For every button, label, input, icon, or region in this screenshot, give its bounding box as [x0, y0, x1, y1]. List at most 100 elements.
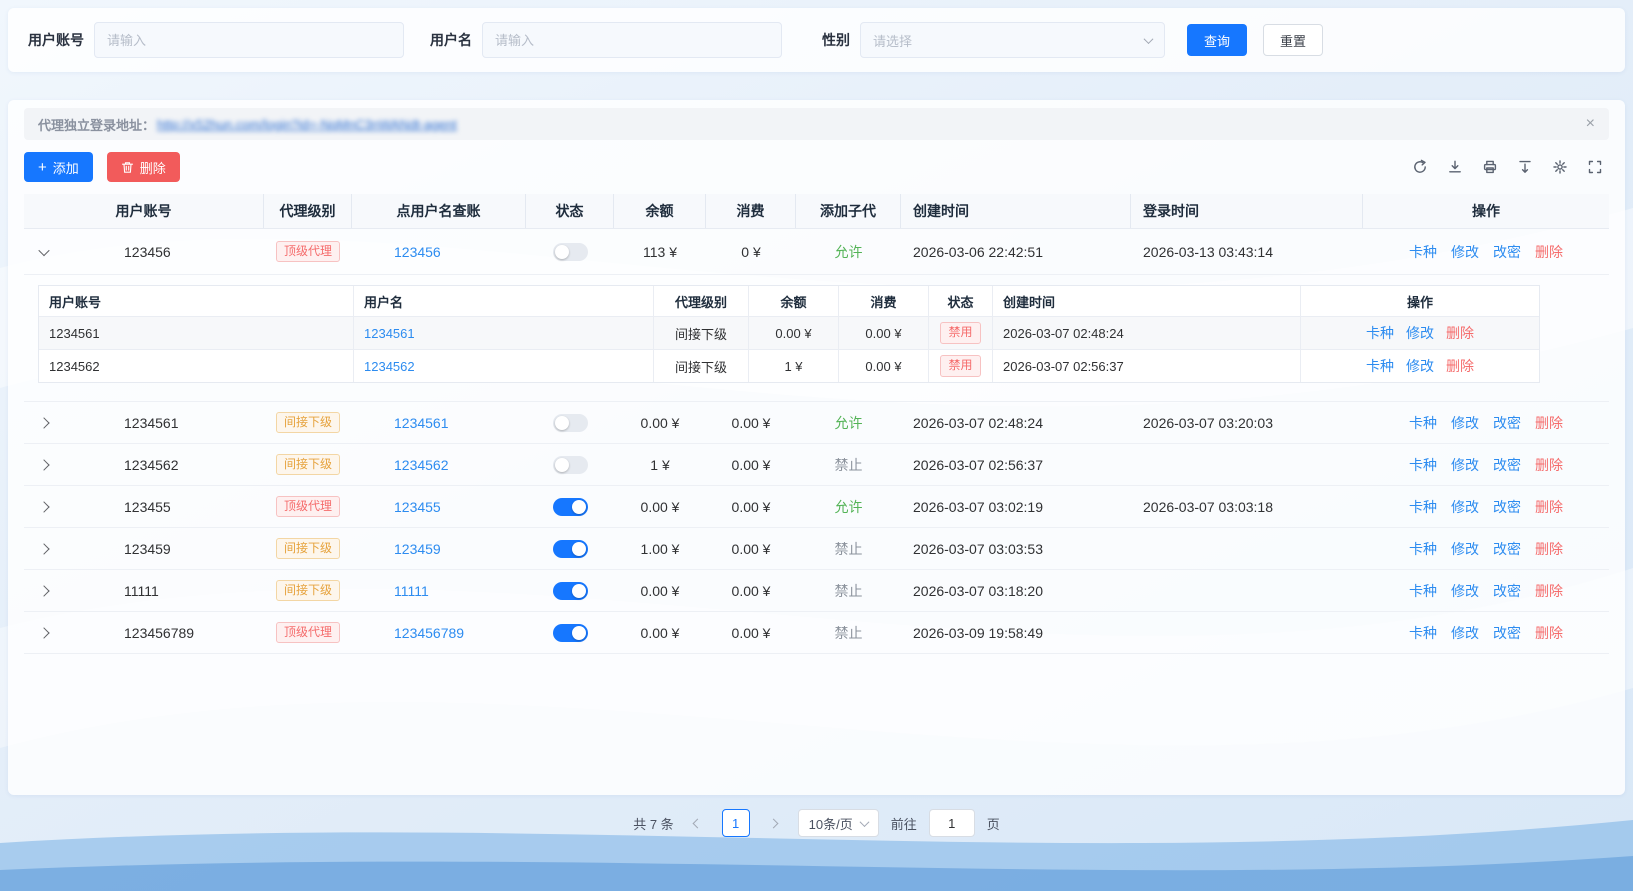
expand-chevron-icon[interactable]: [38, 416, 50, 429]
cell-consume: 0.00 ¥: [731, 498, 771, 515]
cell-consume: 0.00 ¥: [731, 582, 771, 599]
action-modify-link[interactable]: 修改: [1451, 623, 1479, 643]
action-modify-link[interactable]: 修改: [1451, 497, 1479, 517]
username-input[interactable]: [482, 22, 782, 58]
sub-username-link[interactable]: 1234561: [364, 326, 415, 341]
reset-button[interactable]: 重置: [1263, 24, 1324, 56]
header-consume: 消费: [706, 194, 796, 228]
cell-consume: 0 ¥: [741, 243, 761, 260]
expand-chevron-icon[interactable]: [38, 626, 50, 639]
username-label: 用户名: [430, 32, 472, 48]
action-cardtype-link[interactable]: 卡种: [1409, 242, 1437, 262]
action-password-link[interactable]: 改密: [1493, 539, 1521, 559]
expand-chevron-icon[interactable]: [38, 542, 50, 555]
action-password-link[interactable]: 改密: [1493, 413, 1521, 433]
username-link[interactable]: 123456789: [394, 625, 464, 641]
page-number-button[interactable]: 1: [721, 809, 750, 837]
action-modify-link[interactable]: 修改: [1451, 581, 1479, 601]
delete-button-label: 删除: [139, 160, 166, 176]
action-cardtype-link[interactable]: 卡种: [1409, 581, 1437, 601]
action-password-link[interactable]: 改密: [1493, 242, 1521, 262]
action-delete-link[interactable]: 删除: [1535, 242, 1563, 262]
agent-login-url-link[interactable]: http://x52hun.com/login?id=-NqMnC3nWANdt…: [157, 117, 457, 132]
action-cardtype-link[interactable]: 卡种: [1409, 497, 1437, 517]
username-link[interactable]: 123459: [394, 541, 441, 557]
add-sub-status: 允许: [834, 414, 863, 431]
goto-label: 前往: [890, 816, 917, 832]
action-modify-link[interactable]: 修改: [1451, 413, 1479, 433]
toggle-knob: [554, 457, 569, 472]
fullscreen-icon[interactable]: [1587, 159, 1603, 175]
status-toggle[interactable]: [552, 413, 588, 432]
toggle-knob: [571, 499, 586, 514]
action-password-link[interactable]: 改密: [1493, 455, 1521, 475]
action-delete-link[interactable]: 删除: [1535, 413, 1563, 433]
action-cardtype-link[interactable]: 卡种: [1409, 413, 1437, 433]
cell-created: 2026-03-07 03:02:19: [913, 498, 1043, 515]
status-toggle[interactable]: [552, 497, 588, 516]
action-cardtype-link[interactable]: 卡种: [1409, 623, 1437, 643]
query-button[interactable]: 查询: [1187, 24, 1248, 56]
download-icon[interactable]: [1447, 159, 1463, 175]
cell-balance: 0.00 ¥: [640, 414, 680, 431]
page-size-select[interactable]: 10条/页: [797, 809, 879, 837]
chevron-right-icon: [768, 818, 779, 828]
user-account-input[interactable]: [94, 22, 404, 58]
status-toggle[interactable]: [552, 623, 588, 642]
table-row: 123456789 顶级代理 123456789 0.00 ¥ 0.00 ¥ 禁…: [24, 612, 1609, 654]
gear-icon[interactable]: [1552, 159, 1568, 175]
action-delete-link[interactable]: 删除: [1535, 581, 1563, 601]
action-delete-link[interactable]: 删除: [1535, 497, 1563, 517]
action-password-link[interactable]: 改密: [1493, 623, 1521, 643]
sub-cell-consume: 0.00 ¥: [839, 350, 929, 382]
action-modify-link[interactable]: 修改: [1451, 539, 1479, 559]
sub-action-modify-link[interactable]: 修改: [1406, 356, 1434, 376]
username-link[interactable]: 11111: [394, 583, 429, 599]
username-link[interactable]: 1234561: [394, 415, 449, 431]
expand-chevron-icon[interactable]: [38, 584, 50, 597]
action-modify-link[interactable]: 修改: [1451, 455, 1479, 475]
refresh-icon[interactable]: [1412, 159, 1428, 175]
sub-action-delete-link[interactable]: 删除: [1446, 323, 1474, 343]
username-link[interactable]: 123455: [394, 499, 441, 515]
sub-action-modify-link[interactable]: 修改: [1406, 323, 1434, 343]
cell-login: 2026-03-07 03:03:18: [1143, 498, 1273, 515]
sub-action-cardtype-link[interactable]: 卡种: [1366, 323, 1394, 343]
action-password-link[interactable]: 改密: [1493, 497, 1521, 517]
username-link[interactable]: 1234562: [394, 457, 449, 473]
status-toggle[interactable]: [552, 581, 588, 600]
goto-page-input[interactable]: [928, 809, 975, 837]
print-icon[interactable]: [1482, 159, 1498, 175]
cell-created: 2026-03-09 19:58:49: [913, 624, 1043, 641]
gender-select[interactable]: 请选择: [860, 22, 1165, 58]
action-cardtype-link[interactable]: 卡种: [1409, 455, 1437, 475]
status-toggle[interactable]: [552, 242, 588, 261]
action-delete-link[interactable]: 删除: [1535, 539, 1563, 559]
action-delete-link[interactable]: 删除: [1535, 455, 1563, 475]
prev-page-button[interactable]: [686, 809, 710, 837]
chevron-down-icon: [859, 816, 870, 827]
sub-header-balance: 余额: [749, 286, 839, 316]
cell-created: 2026-03-07 02:48:24: [913, 414, 1043, 431]
username-link[interactable]: 123456: [394, 244, 441, 260]
expand-chevron-icon[interactable]: [38, 458, 50, 471]
action-password-link[interactable]: 改密: [1493, 581, 1521, 601]
add-button[interactable]: 添加: [24, 152, 93, 182]
status-toggle[interactable]: [552, 455, 588, 474]
sub-username-link[interactable]: 1234562: [364, 359, 415, 374]
cell-account: 1234561: [124, 414, 179, 431]
cell-login: [1131, 612, 1363, 653]
action-delete-link[interactable]: 删除: [1535, 623, 1563, 643]
sub-action-cardtype-link[interactable]: 卡种: [1366, 356, 1394, 376]
next-page-button[interactable]: [762, 809, 786, 837]
status-toggle[interactable]: [552, 539, 588, 558]
action-modify-link[interactable]: 修改: [1451, 242, 1479, 262]
close-icon[interactable]: [1586, 116, 1595, 132]
delete-button[interactable]: 删除: [106, 152, 180, 182]
expand-chevron-icon[interactable]: [38, 244, 50, 256]
fit-height-icon[interactable]: [1517, 159, 1533, 175]
sub-action-delete-link[interactable]: 删除: [1446, 356, 1474, 376]
action-cardtype-link[interactable]: 卡种: [1409, 539, 1437, 559]
expand-chevron-icon[interactable]: [38, 500, 50, 513]
toggle-knob: [554, 244, 569, 259]
